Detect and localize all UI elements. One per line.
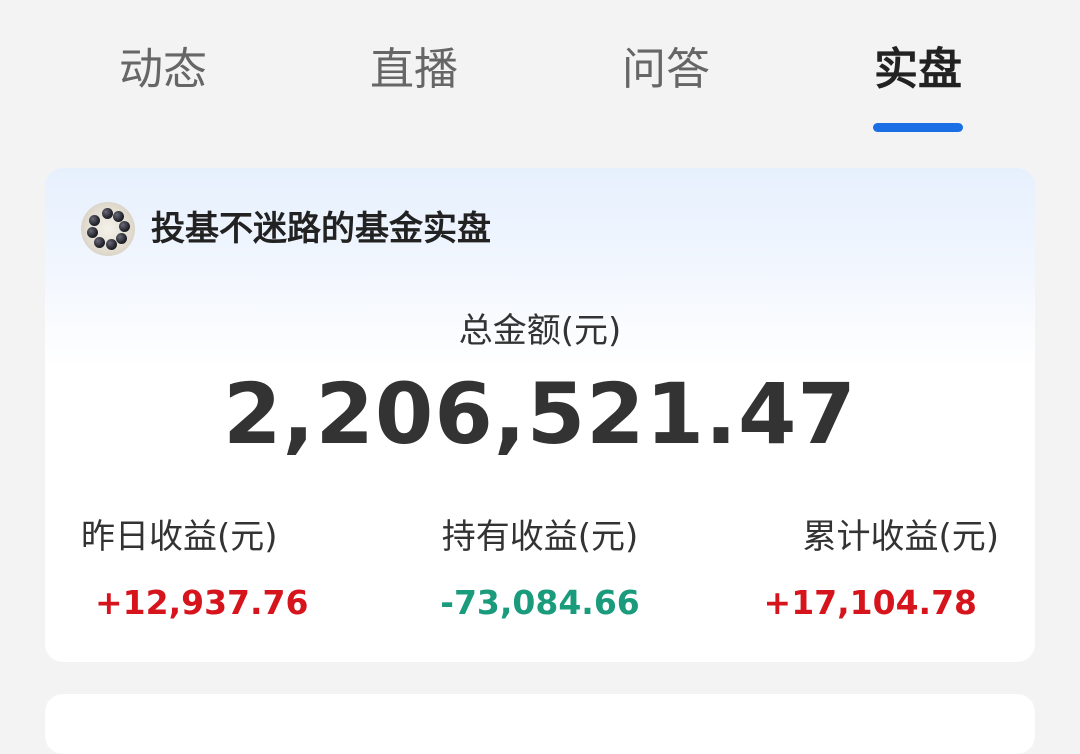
active-tab-indicator: [873, 123, 963, 132]
tab-label: 问答: [622, 44, 710, 95]
yesterday-profit-value: +12,937.76: [95, 583, 309, 622]
cumulative-profit-label: 累计收益(元): [802, 517, 999, 557]
tab-label: 直播: [370, 44, 458, 95]
total-amount-value: 2,206,521.47: [223, 365, 857, 463]
cumulative-profit-value: +17,104.78: [763, 583, 977, 622]
tab-label: 动态: [119, 44, 207, 95]
tab-qa[interactable]: 问答: [586, 40, 746, 140]
next-card-partial: [45, 694, 1035, 754]
holding-profit-value: -73,084.66: [440, 583, 640, 622]
total-amount-label: 总金额(元): [458, 311, 622, 351]
top-tab-bar: 动态 直播 问答 实盘: [0, 0, 1080, 150]
tab-real-portfolio[interactable]: 实盘: [838, 40, 998, 140]
holding-profit: 持有收益(元) -73,084.66: [375, 512, 705, 632]
bead-bracelet-avatar-icon[interactable]: [81, 202, 135, 256]
yesterday-profit-label: 昨日收益(元): [81, 517, 278, 557]
portfolio-card[interactable]: 投基不迷路的基金实盘 总金额(元) 2,206,521.47 昨日收益(元) +…: [45, 168, 1035, 662]
tab-label: 实盘: [874, 44, 962, 95]
holding-profit-label: 持有收益(元): [441, 517, 639, 557]
tab-live[interactable]: 直播: [334, 40, 494, 140]
yesterday-profit: 昨日收益(元) +12,937.76: [81, 512, 411, 632]
portfolio-header[interactable]: 投基不迷路的基金实盘: [81, 202, 491, 256]
tab-dynamics[interactable]: 动态: [83, 40, 243, 140]
portfolio-title: 投基不迷路的基金实盘: [151, 209, 491, 249]
cumulative-profit: 累计收益(元) +17,104.78: [669, 512, 999, 632]
